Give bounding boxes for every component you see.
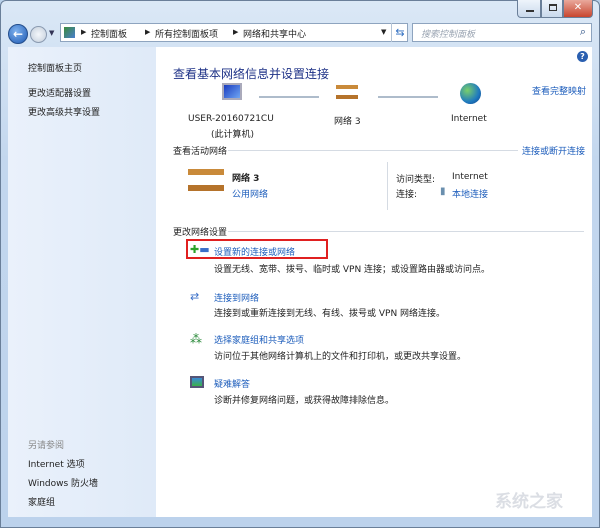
sidebar: 控制面板主页 更改适配器设置 更改高级共享设置 另请参阅 Internet 选项…: [8, 47, 156, 517]
local-connection-link[interactable]: 本地连接: [452, 187, 488, 200]
forward-button[interactable]: [30, 26, 47, 43]
task-homegroup[interactable]: 选择家庭组和共享选项: [214, 333, 304, 346]
ethernet-icon: ▮: [440, 186, 446, 197]
troubleshoot-icon: [190, 376, 204, 388]
computer-name: USER-20160721CU: [188, 114, 274, 124]
vertical-divider: [387, 162, 388, 210]
back-button[interactable]: ←: [8, 24, 28, 44]
access-type-label: 访问类型:: [396, 175, 436, 185]
internet-label: Internet: [451, 114, 487, 124]
new-connection-icon: ✚▬: [190, 243, 210, 256]
sidebar-item-advanced-sharing[interactable]: 更改高级共享设置: [28, 105, 100, 118]
change-settings-heading: 更改网络设置: [173, 228, 228, 238]
access-type-value: Internet: [452, 172, 488, 182]
maximize-button[interactable]: [541, 0, 563, 18]
breadcrumb-item[interactable]: 所有控制面板项: [155, 27, 218, 40]
sidebar-item-adapter[interactable]: 更改适配器设置: [28, 86, 91, 99]
network-type-link[interactable]: 公用网络: [232, 187, 268, 200]
active-networks-heading: 查看活动网络: [173, 147, 228, 157]
sidebar-home-link[interactable]: 控制面板主页: [28, 61, 82, 74]
watermark-logo: 系统之家: [495, 492, 563, 512]
divider: [228, 150, 518, 151]
network-name: 网络 3: [334, 117, 361, 127]
address-bar[interactable]: ▶ 控制面板 ▶ 所有控制面板项 ▶ 网络和共享中心 ▼ ⇆: [60, 23, 408, 42]
search-input[interactable]: 搜索控制面板 ⌕: [412, 23, 592, 42]
history-dropdown-icon[interactable]: ▼: [49, 29, 54, 37]
refresh-icon[interactable]: ⇆: [391, 23, 408, 42]
close-button[interactable]: ✕: [563, 0, 593, 18]
breadcrumb-item[interactable]: 控制面板: [91, 27, 127, 40]
map-connector-line: [259, 96, 319, 98]
sidebar-item-homegroup[interactable]: 家庭组: [28, 495, 55, 508]
minimize-button[interactable]: [517, 0, 541, 18]
globe-internet-icon: [460, 83, 481, 104]
page-title: 查看基本网络信息并设置连接: [173, 67, 330, 81]
active-network-name: 网络 3: [232, 174, 260, 184]
bench-network-icon: [336, 85, 358, 99]
task-desc: 连接到或重新连接到无线、有线、拨号或 VPN 网络连接。: [214, 309, 446, 319]
main-content: ? 查看基本网络信息并设置连接 查看完整映射 USER-20160721CU (…: [156, 47, 592, 517]
connect-network-icon: ⇄: [190, 290, 200, 303]
task-setup-connection[interactable]: 设置新的连接或网络: [214, 245, 295, 258]
task-troubleshoot[interactable]: 疑难解答: [214, 377, 250, 390]
task-desc: 设置无线、宽带、拨号、临时或 VPN 连接；或设置路由器或访问点。: [214, 265, 491, 275]
sidebar-item-firewall[interactable]: Windows 防火墙: [28, 476, 98, 489]
computer-sub: (此计算机): [211, 130, 255, 140]
search-icon[interactable]: ⌕: [580, 25, 586, 39]
connect-disconnect-link[interactable]: 连接或断开连接: [522, 144, 585, 157]
sidebar-item-internet-options[interactable]: Internet 选项: [28, 457, 85, 470]
address-dropdown-icon[interactable]: ▼: [381, 28, 386, 36]
task-desc: 访问位于其他网络计算机上的文件和打印机，或更改共享设置。: [214, 352, 467, 362]
full-map-link[interactable]: 查看完整映射: [532, 84, 586, 97]
help-icon[interactable]: ?: [577, 51, 588, 62]
computer-icon: [222, 83, 242, 100]
task-desc: 诊断并修复网络问题，或获得故障排除信息。: [214, 396, 395, 406]
task-connect-network[interactable]: 连接到网络: [214, 291, 259, 304]
bench-network-icon: [188, 169, 224, 191]
breadcrumb-separator-icon: ▶: [145, 28, 151, 36]
breadcrumb-item[interactable]: 网络和共享中心: [243, 27, 306, 40]
map-connector-line: [378, 96, 438, 98]
breadcrumb-separator-icon: ▶: [233, 28, 239, 36]
homegroup-icon: ⁂: [190, 332, 202, 346]
search-placeholder: 搜索控制面板: [421, 30, 476, 40]
control-panel-icon: [64, 27, 75, 38]
divider: [228, 231, 584, 232]
connection-label: 连接:: [396, 190, 418, 200]
breadcrumb-separator-icon: ▶: [81, 28, 87, 36]
see-also-heading: 另请参阅: [28, 441, 65, 451]
